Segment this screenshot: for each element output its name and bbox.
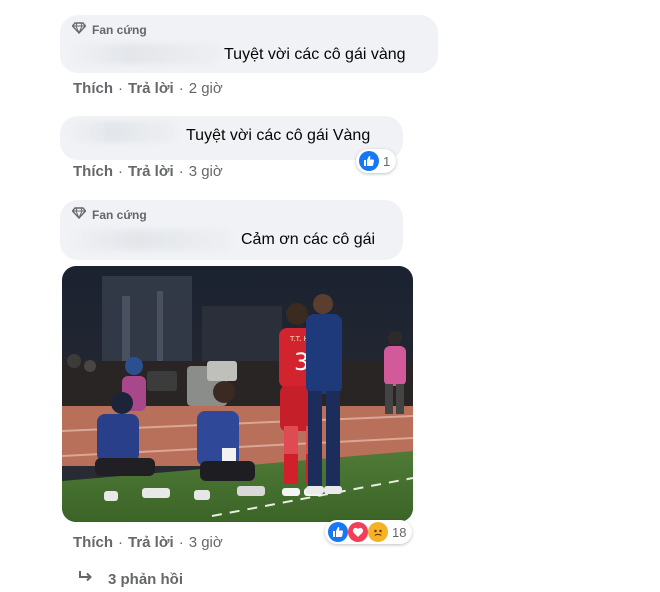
like-icon xyxy=(359,151,379,171)
comment-actions: Thích · Trả lời · 3 giờ xyxy=(73,163,223,180)
fan-badge[interactable]: Fan cứng xyxy=(71,207,147,222)
reply-button[interactable]: Trả lời xyxy=(128,534,174,551)
comment-text: Cảm ơn các cô gái xyxy=(241,231,376,248)
love-icon xyxy=(348,522,368,542)
blurred-author-name xyxy=(70,44,220,64)
comment-actions: Thích · Trả lời · 3 giờ xyxy=(73,534,223,551)
timestamp[interactable]: 3 giờ xyxy=(189,534,223,551)
separator: · xyxy=(178,163,184,180)
like-button[interactable]: Thích xyxy=(73,80,113,97)
separator: · xyxy=(118,80,123,97)
reply-button[interactable]: Trả lời xyxy=(128,80,174,97)
separator: · xyxy=(118,163,123,180)
diamond-icon xyxy=(71,22,87,37)
view-replies-label: 3 phản hồi xyxy=(108,570,183,588)
sad-icon xyxy=(368,522,388,542)
separator: · xyxy=(178,80,184,97)
like-icon xyxy=(328,522,348,542)
reply-button[interactable]: Trả lời xyxy=(128,163,174,180)
blurred-author-name xyxy=(70,230,230,250)
badge-label: Fan cứng xyxy=(92,207,147,222)
reaction-count: 1 xyxy=(383,153,391,169)
separator: · xyxy=(118,534,123,551)
badge-label: Fan cứng xyxy=(92,22,147,37)
comment-text: Tuyệt vời các cô gái Vàng xyxy=(186,127,371,144)
timestamp[interactable]: 3 giờ xyxy=(189,163,223,180)
reaction-summary[interactable]: 1 xyxy=(356,149,397,173)
comment-text: Tuyệt vời các cô gái vàng xyxy=(224,46,406,63)
football-photo: T.T. HẢI 3 xyxy=(62,266,413,522)
reaction-summary[interactable]: 18 xyxy=(325,520,413,544)
blurred-author-name xyxy=(68,122,178,142)
separator: · xyxy=(178,534,184,551)
diamond-icon xyxy=(71,207,87,222)
like-button[interactable]: Thích xyxy=(73,534,113,551)
view-replies-link[interactable]: 3 phản hồi xyxy=(78,570,183,588)
timestamp[interactable]: 2 giờ xyxy=(189,80,223,97)
like-button[interactable]: Thích xyxy=(73,163,113,180)
fan-badge[interactable]: Fan cứng xyxy=(71,22,147,37)
comment-actions: Thích · Trả lời · 2 giờ xyxy=(73,80,223,97)
reaction-count: 18 xyxy=(392,524,407,540)
reply-arrow-icon xyxy=(78,570,94,588)
comment-photo[interactable]: T.T. HẢI 3 xyxy=(62,266,413,522)
